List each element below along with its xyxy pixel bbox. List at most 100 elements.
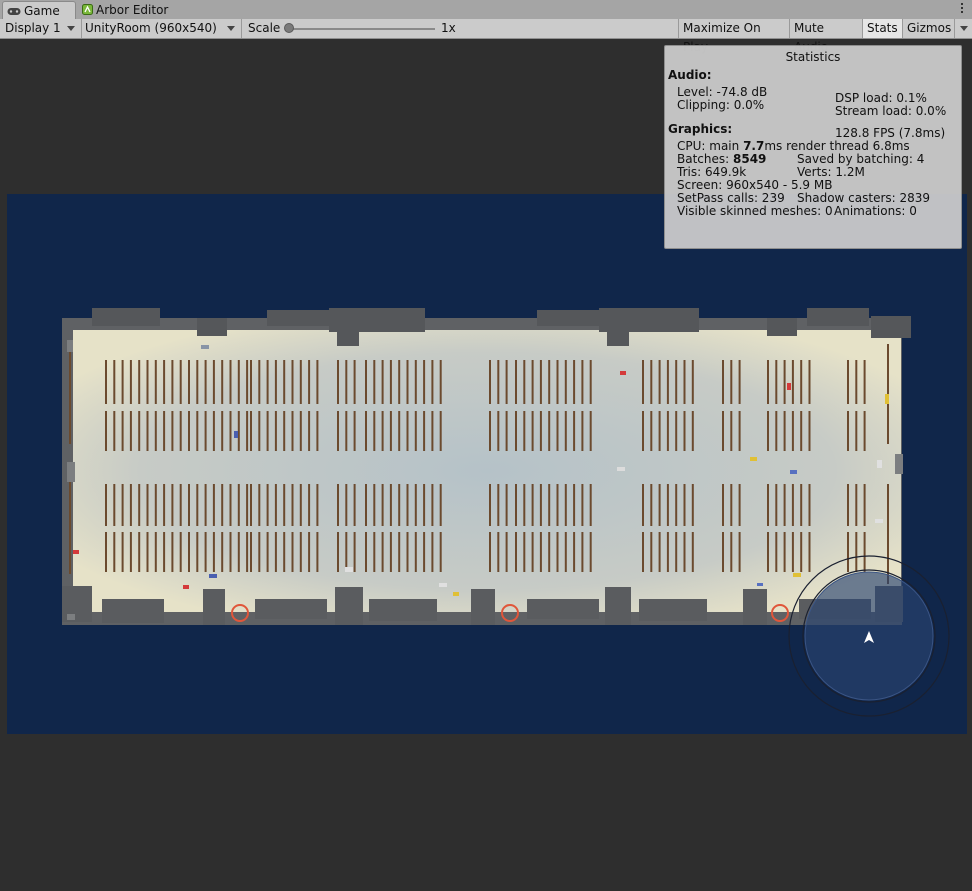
shelf	[237, 484, 240, 526]
vehicle	[201, 345, 209, 349]
shelf	[154, 532, 157, 572]
shelf	[283, 484, 286, 526]
vehicle	[453, 592, 459, 596]
shelf	[675, 532, 678, 572]
chevron-down-icon	[227, 26, 235, 31]
game-viewport[interactable]	[7, 194, 967, 734]
shelf	[791, 360, 794, 404]
shelf	[171, 484, 174, 526]
shelf	[691, 411, 694, 451]
shadow-casters-readout: Shadow casters: 2839	[797, 191, 931, 205]
tab-game[interactable]: Game	[2, 1, 76, 19]
shelf	[887, 484, 889, 584]
shelf	[345, 532, 348, 572]
shelf	[337, 360, 339, 404]
shelf	[767, 532, 769, 572]
shelf	[738, 532, 741, 572]
shelf	[179, 411, 182, 451]
wall-block	[255, 599, 327, 619]
shelf	[171, 532, 174, 572]
shelf	[291, 532, 294, 572]
shelf	[691, 484, 694, 526]
batches-value: 8549	[733, 152, 767, 166]
shelf	[589, 532, 592, 572]
shelf	[221, 484, 224, 526]
display-dropdown[interactable]: Display 1	[0, 19, 82, 38]
vehicle	[790, 470, 797, 474]
shelf	[163, 360, 166, 404]
shelf	[658, 484, 661, 526]
wall-block	[67, 614, 75, 620]
shelf	[373, 360, 376, 404]
shelf	[389, 532, 392, 572]
shelf	[291, 411, 294, 451]
mute-audio-button[interactable]: Mute Audio	[789, 19, 862, 54]
shelf	[266, 484, 269, 526]
shelf	[808, 532, 811, 572]
shelf	[246, 360, 249, 404]
shelf	[121, 411, 124, 451]
gizmos-dropdown[interactable]	[954, 19, 972, 38]
shelf	[237, 532, 240, 572]
stats-button[interactable]: Stats	[862, 19, 902, 38]
shelf	[353, 411, 356, 451]
shelf	[266, 360, 269, 404]
shelf	[497, 532, 500, 572]
shelf	[171, 411, 174, 451]
shelf	[589, 411, 592, 451]
shelf	[573, 360, 576, 404]
shelf	[800, 484, 803, 526]
shelf	[791, 484, 794, 526]
shelf	[581, 360, 584, 404]
scale-slider-thumb[interactable]	[284, 23, 294, 33]
tab-bar: Game Arbor Editor	[0, 0, 972, 20]
shelf	[121, 532, 124, 572]
shelf	[246, 484, 249, 526]
shelf	[212, 484, 215, 526]
tab-arbor-label: Arbor Editor	[96, 3, 169, 17]
shelf	[666, 360, 669, 404]
shelf	[489, 484, 491, 526]
shelf	[258, 532, 261, 572]
shelf	[548, 484, 551, 526]
shelf	[431, 411, 434, 451]
wall-block	[337, 332, 359, 346]
vehicle	[617, 467, 625, 471]
scale-slider-track[interactable]	[289, 28, 435, 30]
shelf	[188, 360, 190, 404]
maximize-on-play-button[interactable]: Maximize On Play	[678, 19, 789, 54]
skinned-meshes-readout: Visible skinned meshes: 0	[677, 204, 833, 218]
shelf	[783, 360, 786, 404]
shelf	[373, 532, 376, 572]
shelf	[179, 360, 182, 404]
shelf	[308, 532, 311, 572]
shelf	[212, 411, 215, 451]
shelf	[138, 484, 141, 526]
gizmos-button[interactable]: Gizmos	[902, 19, 954, 38]
resolution-dropdown[interactable]: UnityRoom (960x540)	[82, 19, 242, 38]
tab-arbor-editor[interactable]: Arbor Editor	[78, 1, 188, 19]
shelf	[439, 532, 442, 572]
shelf	[666, 532, 669, 572]
shelf	[353, 484, 356, 526]
shelf	[722, 411, 724, 451]
batches-prefix: Batches:	[677, 152, 733, 166]
shelf	[414, 484, 417, 526]
shelf	[414, 411, 417, 451]
shelf	[316, 484, 319, 526]
shelf	[138, 360, 141, 404]
shelf	[299, 532, 302, 572]
shelf	[69, 474, 71, 574]
more-options-icon[interactable]	[960, 1, 964, 17]
shelf	[406, 484, 409, 526]
wall-block	[92, 308, 160, 326]
shelf	[564, 532, 567, 572]
shelf	[738, 484, 741, 526]
wall-block	[639, 599, 707, 621]
shelf	[523, 484, 526, 526]
wall-block	[767, 318, 797, 336]
shelf	[398, 360, 401, 404]
shelf	[515, 411, 517, 451]
shelf	[316, 411, 319, 451]
shelf	[489, 532, 491, 572]
